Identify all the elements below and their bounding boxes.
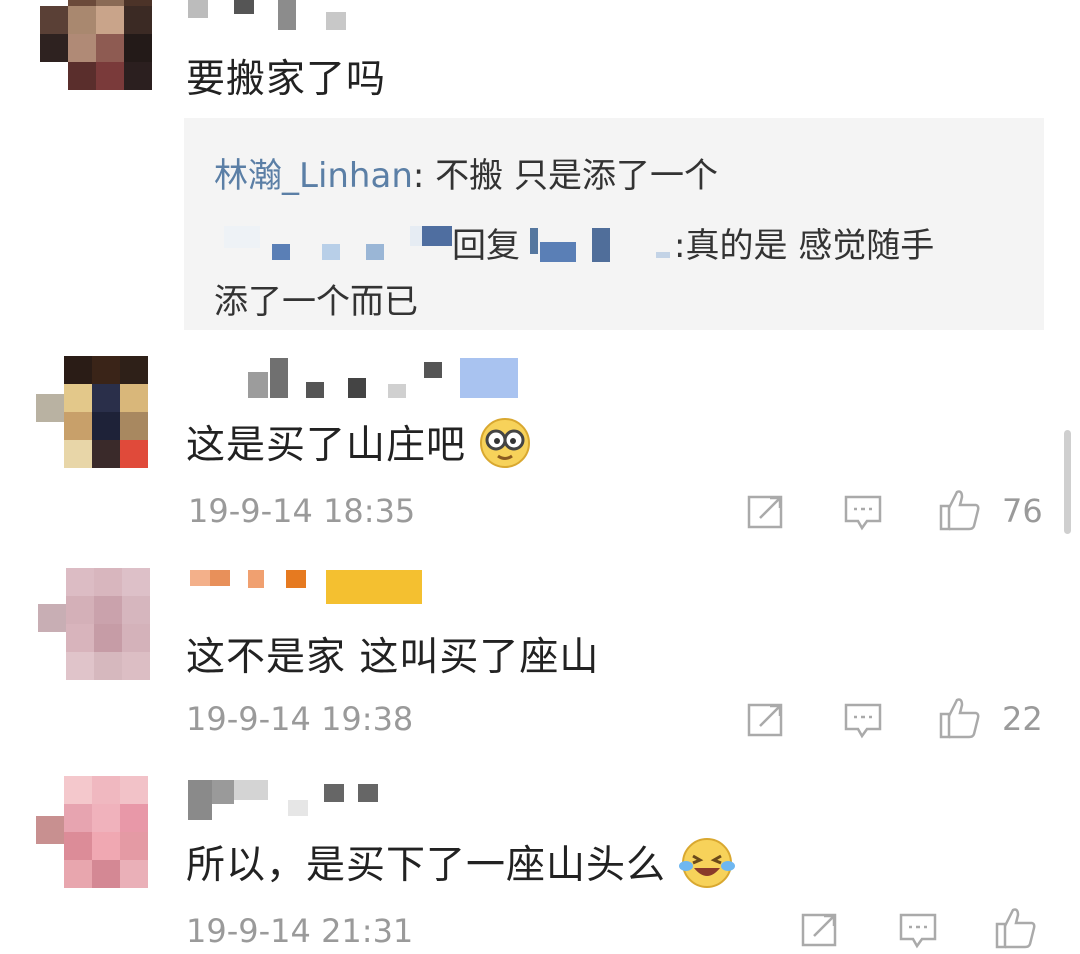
comment-text: 要搬家了吗 bbox=[186, 57, 387, 102]
reply-prefix: 回复 bbox=[452, 226, 520, 266]
timestamp: 19-9-14 19:38 bbox=[186, 700, 414, 738]
like-icon[interactable] bbox=[994, 906, 1038, 954]
comment-text: 这不是家 这叫买了座山 bbox=[186, 635, 600, 680]
reply-target-mosaic[interactable] bbox=[530, 222, 670, 262]
like-count: 76 bbox=[1002, 492, 1043, 530]
share-icon[interactable] bbox=[746, 702, 786, 742]
comment-icon[interactable] bbox=[898, 912, 938, 954]
avatar[interactable] bbox=[36, 356, 148, 468]
avatar[interactable] bbox=[36, 776, 148, 888]
like-icon[interactable] bbox=[938, 696, 982, 744]
timestamp: 19-9-14 18:35 bbox=[188, 492, 416, 530]
reply-author-mosaic[interactable] bbox=[224, 218, 449, 262]
comment-icon[interactable] bbox=[843, 702, 883, 744]
username-mosaic[interactable] bbox=[188, 780, 388, 820]
reply-separator: : bbox=[412, 156, 425, 196]
comment-text: 这是买了山庄吧 bbox=[186, 414, 532, 480]
reply-thread[interactable]: 林瀚_Linhan: 不搬 只是添了一个 回复 :真的是 感觉随手 添了一个而已 bbox=[184, 118, 1044, 330]
reply-line: 林瀚_Linhan: 不搬 只是添了一个 bbox=[214, 148, 718, 197]
reply-author-mosaic-b[interactable] bbox=[422, 226, 452, 256]
username-mosaic[interactable] bbox=[190, 570, 430, 604]
reply-author-link[interactable]: 林瀚_Linhan bbox=[214, 156, 413, 196]
share-icon[interactable] bbox=[800, 912, 840, 952]
reply-suffix: :真的是 感觉随手 bbox=[674, 226, 935, 266]
avatar[interactable] bbox=[40, 0, 152, 90]
username-mosaic[interactable] bbox=[188, 0, 358, 30]
avatar[interactable] bbox=[38, 568, 150, 680]
timestamp: 19-9-14 21:31 bbox=[186, 912, 414, 950]
reply-continuation: 添了一个而已 bbox=[214, 282, 418, 322]
like-icon[interactable] bbox=[938, 488, 982, 536]
comment-icon[interactable] bbox=[843, 494, 883, 536]
scrollbar[interactable] bbox=[1064, 430, 1071, 534]
share-icon[interactable] bbox=[746, 494, 786, 534]
username-mosaic[interactable] bbox=[248, 358, 528, 398]
reply-text: 不搬 只是添了一个 bbox=[424, 156, 718, 196]
nerd-face-icon bbox=[478, 416, 532, 480]
laughing-crying-face-icon bbox=[678, 836, 736, 900]
like-count: 22 bbox=[1002, 700, 1043, 738]
comment-text: 所以，是买下了一座山头么 bbox=[186, 834, 736, 900]
